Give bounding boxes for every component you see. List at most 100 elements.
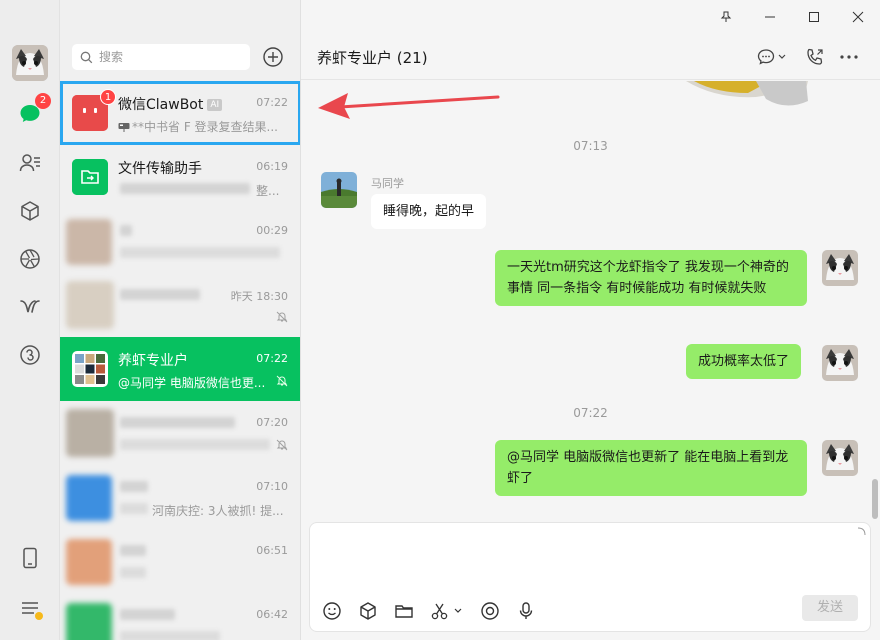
message-bubble-outgoing[interactable]: 成功概率太低了 — [686, 344, 802, 379]
chat-item-blurred[interactable]: 07:10 河南庆控: 3人被抓! 提... — [60, 465, 300, 529]
chat-item-file-transfer[interactable]: 文件传输助手 06:19 整... — [60, 145, 300, 209]
blurred-preview — [120, 183, 250, 194]
annotation-arrow — [318, 93, 500, 119]
resize-handle-icon[interactable] — [856, 527, 866, 537]
chat-time: 07:22 — [256, 96, 288, 109]
blurred-avatar — [66, 219, 112, 265]
blurred-name — [120, 289, 200, 300]
partial-image-message[interactable] — [686, 81, 810, 111]
timestamp: 07:13 — [573, 139, 608, 153]
chat-options-button[interactable] — [755, 46, 789, 68]
pin-icon[interactable] — [704, 0, 748, 34]
ai-tag: AI — [207, 99, 223, 111]
maximize-icon[interactable] — [792, 0, 836, 34]
blurred-name — [120, 417, 235, 428]
clawbot-unread-badge: 1 — [100, 89, 116, 105]
call-icon[interactable] — [803, 46, 827, 68]
chat-list: 1 微信ClawBotAI 07:22 **中书省 F 登录复查结果... 文件… — [60, 0, 301, 640]
mini-programs-icon[interactable] — [15, 340, 45, 370]
moments-aperture-icon[interactable] — [15, 244, 45, 274]
favorites-cube-icon[interactable] — [358, 601, 378, 621]
blurred-preview — [120, 247, 280, 258]
composer[interactable]: 发送 — [309, 522, 871, 632]
timestamp: 07:22 — [573, 406, 608, 420]
scrollbar-thumb[interactable] — [872, 479, 878, 519]
chat-time: 07:22 — [256, 352, 288, 365]
chat-item-blurred[interactable]: 06:42 — [60, 593, 300, 640]
blurred-preview — [120, 503, 148, 514]
blurred-avatar — [66, 603, 112, 640]
group-avatar — [72, 351, 108, 387]
sender-name: 马同学 — [371, 177, 404, 190]
blurred-avatar — [66, 281, 114, 329]
chat-time: 06:42 — [256, 608, 288, 621]
mailbox-icon — [118, 123, 130, 132]
mute-bell-icon — [276, 375, 288, 387]
emoji-icon[interactable] — [322, 601, 342, 621]
chat-icon[interactable]: 2 — [15, 93, 51, 129]
close-icon[interactable] — [836, 0, 880, 34]
screenshot-scissors-icon[interactable] — [430, 601, 464, 621]
blurred-preview — [120, 439, 270, 450]
blurred-avatar — [66, 409, 114, 457]
clawbot-avatar: 1 — [72, 89, 116, 131]
more-options-icon[interactable] — [837, 46, 861, 68]
phone-icon[interactable] — [15, 543, 45, 573]
self-avatar[interactable] — [822, 250, 858, 286]
menu-notice-dot — [35, 612, 43, 620]
chat-name: 文件传输助手 — [118, 161, 202, 177]
chat-item-blurred[interactable]: 07:20 — [60, 401, 300, 465]
file-transfer-avatar — [72, 159, 108, 195]
chat-time: 00:29 — [256, 224, 288, 237]
add-chat-button[interactable] — [262, 46, 284, 68]
message-bubble-outgoing[interactable]: @马同学 电脑版微信也更新了 能在电脑上看到龙虾了 — [495, 440, 807, 496]
user-avatar[interactable] — [12, 45, 48, 81]
chat-item-active-group[interactable]: 养虾专业户 07:22 @马同学 电脑版微信也更... — [60, 337, 300, 401]
blurred-avatar — [66, 539, 112, 585]
chat-item-clawbot[interactable]: 1 微信ClawBot AI 07:22 **中书省 F 登录复查结果... — [60, 81, 300, 145]
conversation-header: 养虾专业户 (21) — [301, 34, 880, 80]
channels-icon[interactable] — [15, 292, 45, 322]
chat-time: 06:51 — [256, 544, 288, 557]
chat-time: 06:19 — [256, 160, 288, 173]
blurred-avatar — [66, 475, 112, 521]
send-button[interactable]: 发送 — [802, 595, 858, 621]
sender-avatar[interactable] — [321, 172, 357, 208]
search-box[interactable] — [72, 44, 250, 70]
favorites-cube-icon[interactable] — [15, 196, 45, 226]
chat-time: 昨天 18:30 — [230, 290, 288, 303]
mute-bell-icon — [276, 439, 288, 451]
folder-icon[interactable] — [394, 601, 414, 621]
search-input[interactable] — [99, 50, 239, 64]
mute-bell-icon — [276, 311, 288, 323]
message-bubble-outgoing[interactable]: 一天光tm研究这个龙虾指令了 我发现一个神奇的事情 同一条指令 有时候能成功 有… — [495, 250, 807, 306]
self-avatar[interactable] — [822, 440, 858, 476]
contacts-icon[interactable] — [15, 148, 45, 178]
microphone-icon[interactable] — [516, 601, 536, 621]
chat-item-blurred[interactable]: 昨天 18:30 — [60, 273, 300, 337]
blurred-preview — [120, 631, 220, 640]
chat-item-blurred[interactable]: 00:29 — [60, 209, 300, 273]
chat-preview: **中书省 F 登录复查结果... — [118, 118, 283, 135]
chat-name: 养虾专业户 — [118, 353, 188, 369]
message-bubble-incoming[interactable]: 睡得晚，起的早 — [371, 194, 487, 229]
minimize-icon[interactable] — [748, 0, 792, 34]
chat-time: 07:10 — [256, 480, 288, 493]
window-controls — [704, 0, 880, 34]
conversation-title: 养虾专业户 (21) — [317, 49, 428, 67]
blurred-preview — [120, 567, 146, 578]
blurred-name — [120, 609, 175, 620]
chat-item-blurred[interactable]: 06:51 — [60, 529, 300, 593]
blurred-name — [120, 225, 132, 236]
self-avatar[interactable] — [822, 345, 858, 381]
blurred-name — [120, 545, 146, 556]
voice-circle-icon[interactable] — [480, 601, 500, 621]
chat-preview-tail: 整... — [256, 184, 280, 198]
menu-icon[interactable] — [15, 593, 45, 623]
chat-time: 07:20 — [256, 416, 288, 429]
nav-rail: 2 — [0, 0, 60, 640]
blurred-name — [120, 481, 148, 492]
chat-name: 微信ClawBot AI — [118, 94, 223, 114]
message-list[interactable]: 07:13 马同学 睡得晚，起的早 一天光tm研究这个龙虾指令了 我发现一个神奇… — [301, 81, 880, 521]
chat-unread-badge: 2 — [35, 93, 51, 109]
